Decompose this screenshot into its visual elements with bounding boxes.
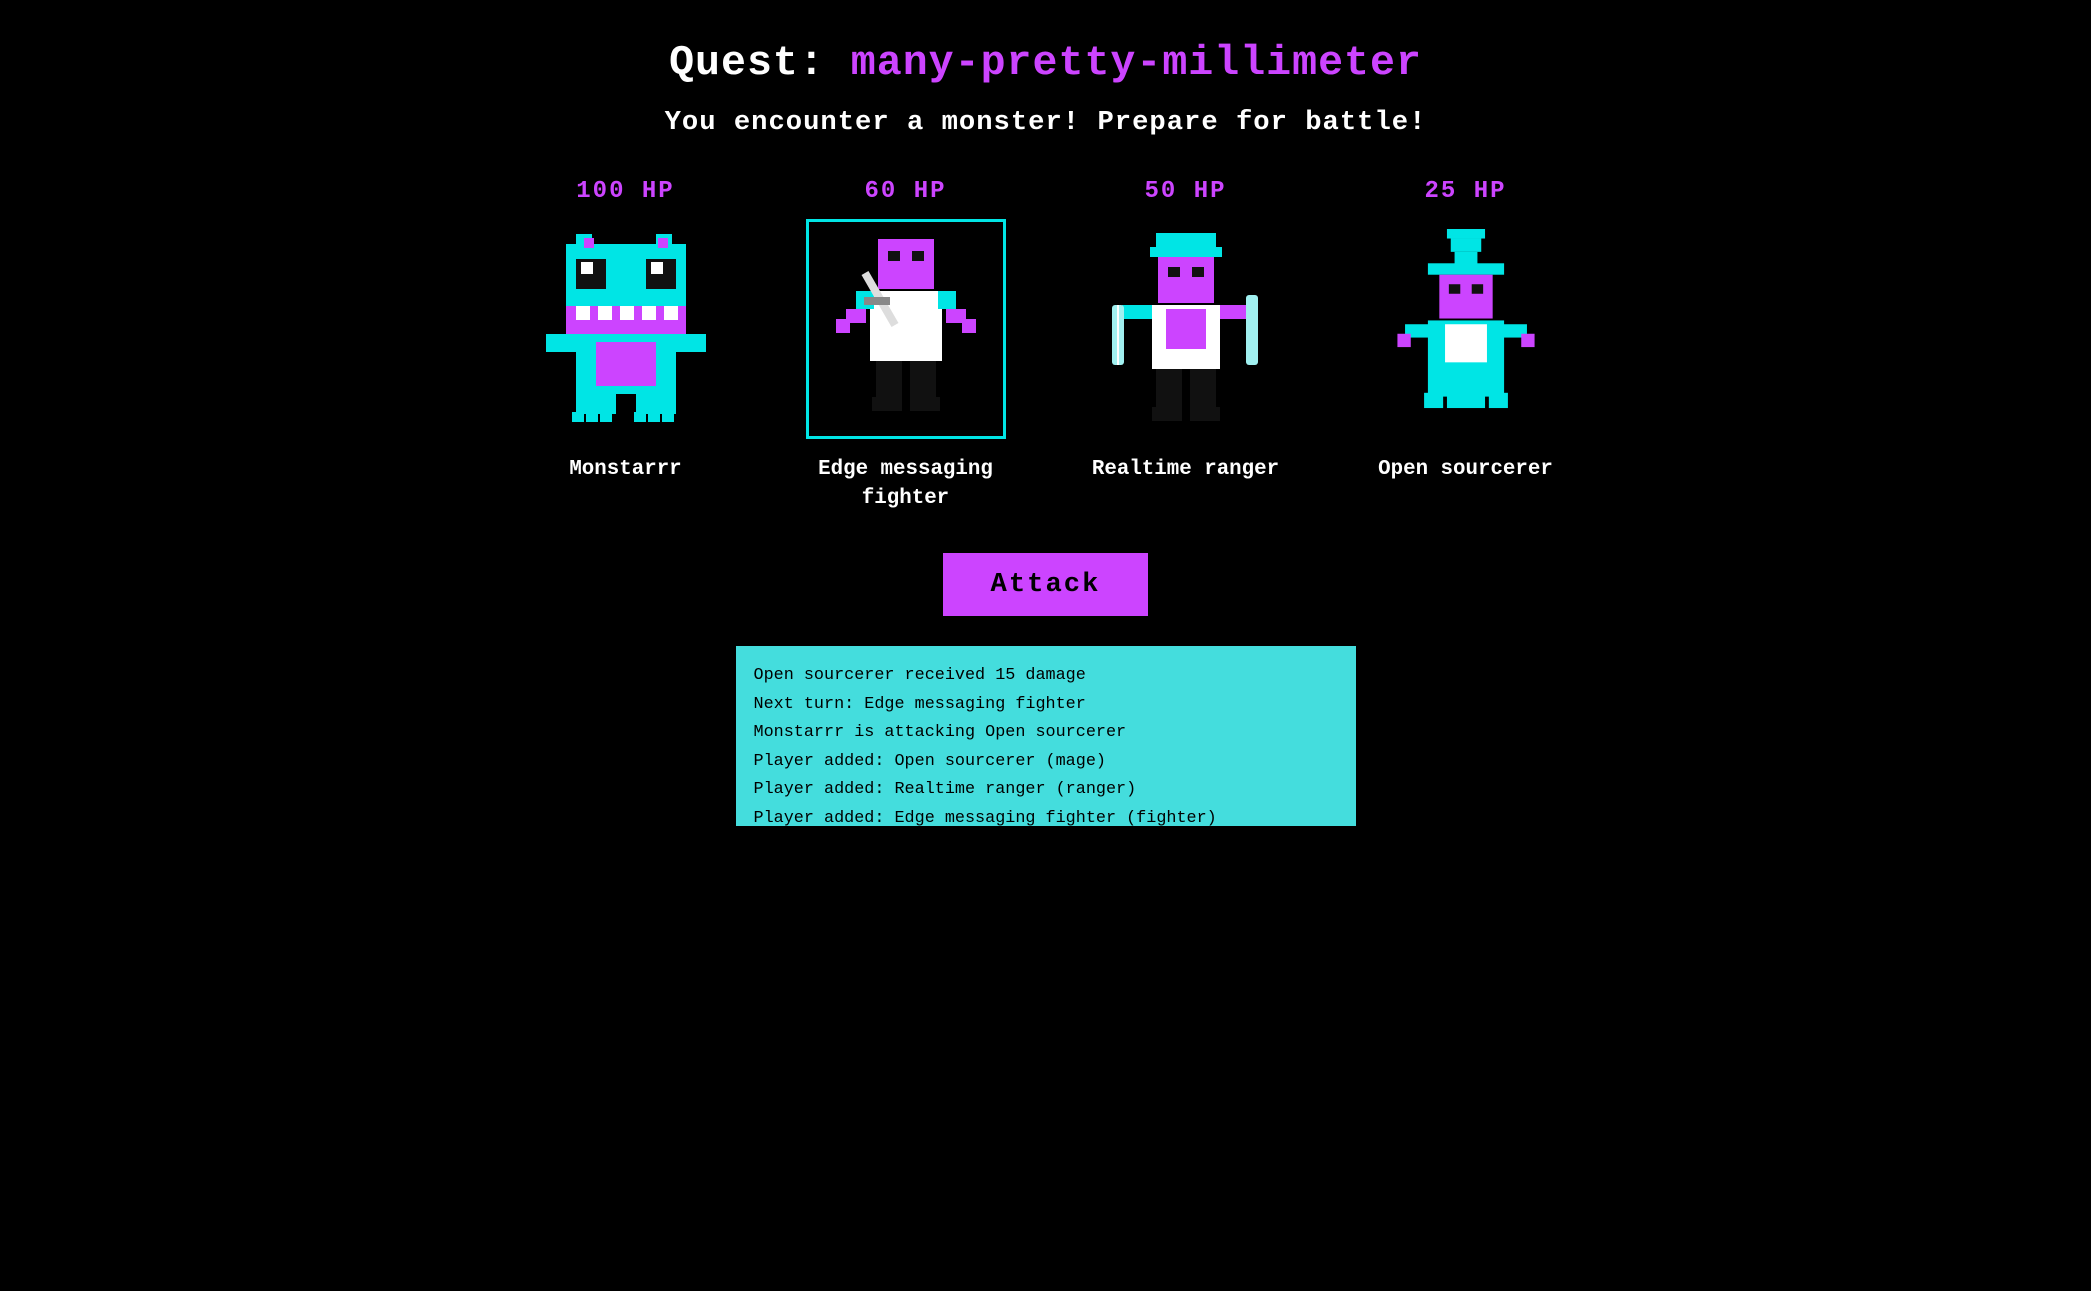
monstarrr-name: Monstarrr — [569, 455, 681, 484]
character-card-monstarrr: 100 HP — [516, 178, 736, 484]
encounter-text: You encounter a monster! Prepare for bat… — [665, 107, 1427, 138]
characters-row: 100 HP — [516, 178, 1576, 513]
quest-name: many-pretty-millimeter — [851, 40, 1422, 87]
character-card-sourcerer: 25 HP — [1356, 178, 1576, 484]
attack-btn-container: Attack — [943, 553, 1149, 616]
sourcerer-hp: 25 HP — [1424, 178, 1506, 205]
ranger-name: Realtime ranger — [1092, 455, 1279, 484]
character-card-fighter: 60 HP — [796, 178, 1016, 513]
fighter-hp: 60 HP — [864, 178, 946, 205]
fighter-sprite — [826, 229, 986, 429]
ranger-sprite-wrapper — [1086, 219, 1286, 439]
sourcerer-name: Open sourcerer — [1378, 455, 1553, 484]
quest-label: Quest: — [669, 40, 825, 87]
ranger-sprite — [1106, 229, 1266, 429]
character-card-ranger: 50 HP — [1076, 178, 1296, 484]
fighter-name: Edge messagingfighter — [818, 455, 993, 513]
battle-log[interactable]: Open sourcerer received 15 damage Next t… — [736, 646, 1356, 826]
quest-title: Quest: many-pretty-millimeter — [669, 40, 1422, 87]
monstarrr-sprite-wrapper — [526, 219, 726, 439]
sourcerer-sprite — [1386, 229, 1546, 429]
monstarrr-sprite — [546, 229, 706, 429]
fighter-sprite-wrapper — [806, 219, 1006, 439]
monstarrr-hp: 100 HP — [576, 178, 674, 205]
attack-button[interactable]: Attack — [943, 553, 1149, 616]
ranger-hp: 50 HP — [1144, 178, 1226, 205]
sourcerer-sprite-wrapper — [1366, 219, 1566, 439]
battle-log-text: Open sourcerer received 15 damage Next t… — [754, 662, 1338, 826]
